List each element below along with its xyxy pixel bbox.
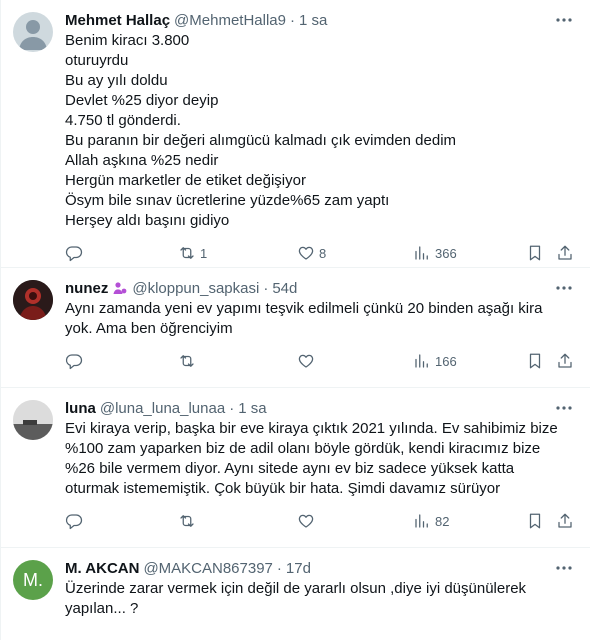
views-icon <box>415 354 428 368</box>
display-name[interactable]: luna <box>65 400 96 417</box>
timestamp[interactable]: 1 sa <box>238 400 266 417</box>
like-button[interactable] <box>297 512 315 530</box>
separator-dot: · <box>289 11 295 29</box>
like-button[interactable]: 8 <box>297 244 326 262</box>
tweet-header: nunez @kloppun_sapkasi · 54d <box>65 278 574 298</box>
more-icon[interactable] <box>554 278 574 298</box>
tweet[interactable]: luna @luna_luna_lunaa · 1 sa Evi kiraya … <box>1 388 590 548</box>
share-icon <box>558 513 572 528</box>
retweet-icon <box>180 247 194 259</box>
tweet-header: Mehmet Hallaç @MehmetHalla9 · 1 sa <box>65 10 574 30</box>
view-count: 366 <box>435 245 457 261</box>
views-icon <box>415 514 428 528</box>
share-icon <box>558 353 572 368</box>
tweet-text: Benim kiracı 3.800 oturuyrdu Bu ay yılı … <box>65 32 457 229</box>
reply-button[interactable] <box>65 352 83 370</box>
reply-icon <box>65 514 83 530</box>
separator-dot: · <box>276 559 282 577</box>
user-handle[interactable]: @luna_luna_lunaa <box>100 400 225 417</box>
bookmark-button[interactable] <box>526 512 544 530</box>
retweet-count: 1 <box>200 245 208 261</box>
share-button[interactable] <box>556 244 574 262</box>
view-count: 82 <box>435 513 450 529</box>
heart-icon <box>298 246 314 260</box>
share-button[interactable] <box>556 352 574 370</box>
display-name[interactable]: M. AKCAN <box>65 560 139 577</box>
user-handle[interactable]: @MAKCAN867397 <box>143 560 272 577</box>
reply-button[interactable] <box>65 244 87 262</box>
tweet-text: Aynı zamanda yeni ev yapımı teşvik edilm… <box>65 300 543 337</box>
view-count: 166 <box>435 353 457 369</box>
user-handle[interactable]: @kloppun_sapkasi <box>132 280 259 297</box>
person-badge-icon <box>113 282 127 294</box>
tweet-actions: 166 <box>65 339 574 383</box>
separator-dot: · <box>229 399 235 417</box>
views-button[interactable]: 82 <box>413 512 449 530</box>
timestamp[interactable]: 54d <box>272 280 297 297</box>
bookmark-icon <box>529 513 541 529</box>
views-button[interactable]: 166 <box>413 352 457 370</box>
separator-dot: · <box>263 279 269 297</box>
tweet[interactable]: Mehmet Hallaç @MehmetHalla9 · 1 sa Benim… <box>1 0 590 268</box>
like-count: 8 <box>319 245 327 261</box>
retweet-button[interactable] <box>178 512 196 530</box>
reply-icon <box>65 354 83 370</box>
display-name[interactable]: Mehmet Hallaç <box>65 12 170 29</box>
views-button[interactable]: 366 <box>413 244 457 262</box>
timestamp[interactable]: 17d <box>286 560 311 577</box>
tweet-text: Evi kiraya verip, başka bir eve kiraya ç… <box>65 420 558 497</box>
tweet-text: Üzerinde zarar vermek için değil de yara… <box>65 580 527 617</box>
timestamp[interactable]: 1 sa <box>299 12 327 29</box>
heart-icon <box>298 514 314 528</box>
tweet-header: luna @luna_luna_lunaa · 1 sa <box>65 398 574 418</box>
avatar[interactable] <box>13 400 53 440</box>
views-icon <box>415 246 428 260</box>
avatar[interactable] <box>13 12 53 52</box>
tweet-header: M. AKCAN @MAKCAN867397 · 17d <box>65 558 574 578</box>
display-name[interactable]: nunez <box>65 280 108 297</box>
bookmark-icon <box>529 245 541 261</box>
retweet-button[interactable]: 1 <box>178 244 207 262</box>
reply-feed: Mehmet Hallaç @MehmetHalla9 · 1 sa Benim… <box>0 0 590 640</box>
reply-button[interactable] <box>65 512 83 530</box>
more-icon[interactable] <box>554 10 574 30</box>
reply-icon <box>65 246 83 262</box>
user-handle[interactable]: @MehmetHalla9 <box>174 12 286 29</box>
like-button[interactable] <box>297 352 315 370</box>
avatar[interactable]: M. <box>13 560 53 600</box>
retweet-button[interactable] <box>178 352 196 370</box>
tweet[interactable]: nunez @kloppun_sapkasi · 54d Aynı zamand… <box>1 268 590 388</box>
bookmark-button[interactable] <box>526 352 544 370</box>
avatar[interactable] <box>13 280 53 320</box>
retweet-icon <box>180 515 194 527</box>
bookmark-button[interactable] <box>526 244 544 262</box>
tweet[interactable]: M. M. AKCAN @MAKCAN867397 · 17d Üzerinde… <box>1 548 590 640</box>
tweet-actions: 82 <box>65 499 574 543</box>
retweet-icon <box>180 355 194 367</box>
more-icon[interactable] <box>554 558 574 578</box>
heart-icon <box>298 354 314 368</box>
more-icon[interactable] <box>554 398 574 418</box>
bookmark-icon <box>529 353 541 369</box>
share-button[interactable] <box>556 512 574 530</box>
share-icon <box>558 245 572 260</box>
